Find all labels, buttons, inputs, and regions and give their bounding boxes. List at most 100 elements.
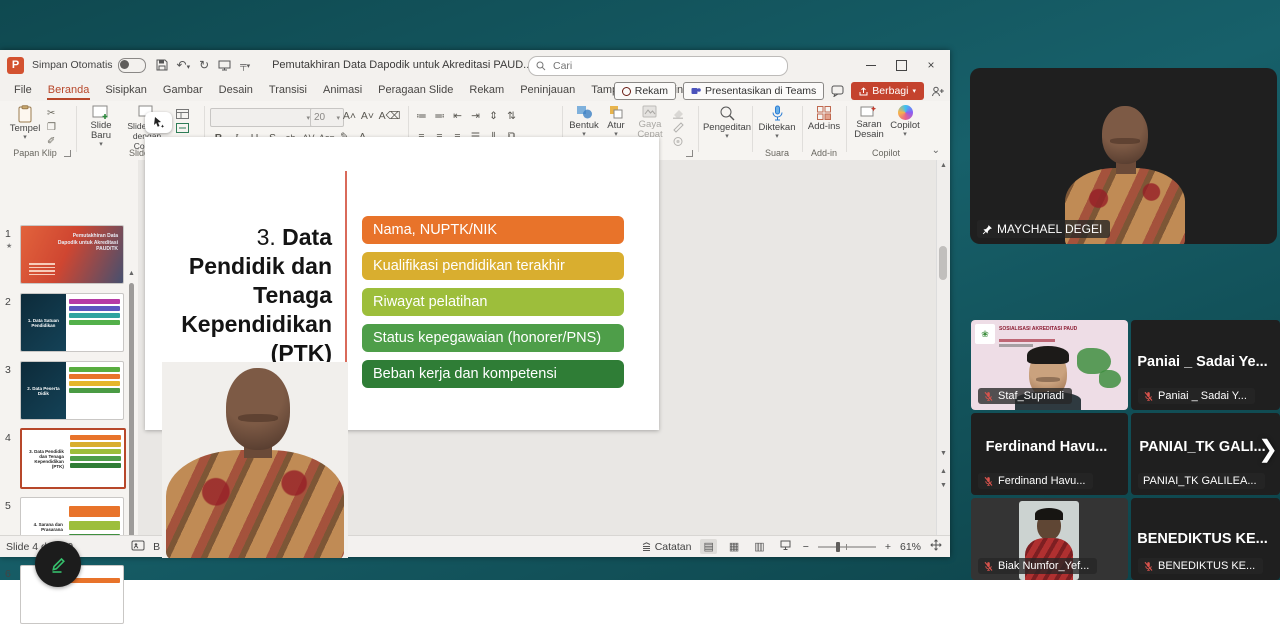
decrease-indent-icon[interactable]: ⇤ — [450, 108, 465, 123]
start-slideshow-icon[interactable] — [218, 60, 231, 71]
share-button[interactable]: Berbagi▾ — [851, 82, 924, 100]
slide-sorter-view-icon[interactable]: ▦ — [726, 539, 742, 554]
next-slide-icon[interactable]: ▼ — [940, 482, 947, 489]
shapes-button[interactable]: Bentuk▾ — [568, 105, 600, 137]
cut-icon[interactable]: ✂ — [47, 107, 63, 120]
participant-tile-ferdinand[interactable]: Ferdinand Havu... Ferdinand Havu... — [971, 413, 1128, 495]
zoom-level[interactable]: 61% — [900, 541, 921, 553]
slide-thumbnail-1[interactable]: Pemutakhiran Data Dapodik untuk Akredita… — [20, 225, 124, 284]
scroll-down-icon[interactable]: ▼ — [940, 450, 947, 457]
increase-font-icon[interactable]: A˄ — [342, 108, 357, 123]
copy-icon[interactable]: ❐ — [47, 121, 63, 134]
font-size-select[interactable]: 20▾ — [310, 108, 344, 127]
clear-format-icon[interactable]: A⌫ — [382, 108, 397, 123]
customize-qat-icon[interactable]: ╤▾ — [240, 60, 250, 70]
line-spacing-icon[interactable]: ⇕ — [486, 108, 501, 123]
shape-effects-icon[interactable] — [672, 135, 688, 148]
text-direction-icon[interactable]: ⇅ — [504, 108, 519, 123]
bullet-list-icon[interactable]: ≔ — [414, 108, 429, 123]
record-button[interactable]: Rekam — [614, 82, 676, 100]
tab-peragaan-slide[interactable]: Peragaan Slide — [370, 81, 461, 100]
annotation-pencil-button[interactable] — [35, 541, 81, 587]
fit-to-window-icon[interactable] — [930, 539, 942, 554]
collapse-ribbon-icon[interactable]: ⌄ — [932, 145, 940, 156]
tab-beranda[interactable]: Beranda — [40, 81, 98, 100]
reset-slide-icon[interactable] — [176, 121, 192, 134]
slideshow-view-icon[interactable] — [777, 539, 794, 554]
search-input[interactable] — [551, 59, 755, 73]
reading-view-icon[interactable]: ▥ — [751, 539, 767, 554]
participant-name-tag: Ferdinand Havu... — [978, 473, 1093, 489]
search-box[interactable] — [528, 56, 788, 76]
shape-outline-icon[interactable] — [672, 121, 688, 134]
maximize-button[interactable] — [886, 50, 916, 80]
tab-peninjauan[interactable]: Peninjauan — [512, 81, 583, 100]
clipboard-dialog-launcher[interactable] — [64, 150, 71, 157]
copilot-button[interactable]: Copilot▾ — [889, 105, 921, 137]
increase-indent-icon[interactable]: ⇥ — [468, 108, 483, 123]
presenter-pointer-button[interactable] — [145, 112, 172, 133]
participant-tile-benediktus[interactable]: BENEDIKTUS KE... BENEDIKTUS KE... — [1131, 498, 1280, 580]
accessibility-check-icon[interactable] — [131, 540, 145, 554]
shape-fill-icon[interactable] — [672, 107, 688, 120]
scrollbar-thumb[interactable] — [939, 246, 947, 280]
tab-gambar[interactable]: Gambar — [155, 81, 211, 100]
thumb-number-1: 1 — [5, 228, 11, 240]
tab-sisipkan[interactable]: Sisipkan — [97, 81, 155, 100]
previous-slide-icon[interactable]: ▲ — [940, 468, 947, 475]
close-button[interactable]: × — [916, 50, 946, 80]
participant-tile-staf-supriadi[interactable]: ❀ SOSIALISASI AKREDITASI PAUD Staf_Supri… — [971, 320, 1128, 410]
scroll-up-icon[interactable]: ▲ — [940, 162, 947, 169]
group-label-voice: Suara — [762, 148, 792, 158]
slide-thumbnail-4-selected[interactable]: 3. Data Pendidik dan Tenaga Kependidikan… — [20, 428, 126, 489]
save-icon[interactable] — [156, 59, 168, 71]
thumbnail-scrollbar[interactable]: ▲ — [129, 275, 135, 640]
autosave-toggle[interactable] — [118, 58, 146, 73]
slide-thumbnail-2[interactable]: 1. Data Satuan Pendidikan — [20, 293, 124, 352]
design-ideas-button[interactable]: Saran Desain — [851, 105, 887, 140]
notes-button[interactable]: Catatan — [641, 541, 692, 553]
copilot-icon — [898, 105, 913, 120]
slide-title: 3. Data Pendidik dan Tenaga Kependidikan… — [160, 223, 332, 368]
drawing-dialog-launcher[interactable] — [686, 150, 693, 157]
new-slide-button[interactable]: Slide Baru▾ — [82, 105, 120, 147]
tab-file[interactable]: File — [6, 81, 40, 100]
thumb3-bars — [69, 367, 120, 393]
vertical-scrollbar[interactable]: ▲ ▼ ▲ ▼ — [936, 160, 950, 535]
add-people-icon[interactable] — [931, 86, 944, 97]
editing-button[interactable]: Pengeditan▾ — [704, 105, 750, 139]
slide-thumbnail-3[interactable]: 2. Data Peserta Didik — [20, 361, 124, 420]
zoom-slider-knob[interactable] — [836, 542, 840, 552]
paste-button[interactable]: Tempel▾ — [6, 105, 44, 140]
participant-tile-maychael[interactable]: MAYCHAEL DEGEI — [970, 68, 1277, 244]
tab-rekam[interactable]: Rekam — [461, 81, 512, 100]
numbered-list-icon[interactable]: ≕ — [432, 108, 447, 123]
zoom-slider[interactable] — [818, 546, 876, 548]
zoom-out-icon[interactable]: − — [803, 541, 809, 553]
redo-icon[interactable]: ↻ — [199, 58, 209, 72]
participant-tile-biak-numfor[interactable]: Biak Numfor_Yef... — [971, 498, 1128, 580]
comments-icon[interactable] — [831, 85, 844, 97]
arrange-button[interactable]: Atur▾ — [602, 105, 630, 137]
status-language-hint[interactable]: B — [153, 541, 160, 553]
tab-animasi[interactable]: Animasi — [315, 81, 370, 100]
layout-icon[interactable] — [176, 107, 192, 120]
more-participants-chevron[interactable]: ❯ — [1258, 438, 1278, 462]
normal-view-icon[interactable]: ▤ — [700, 539, 716, 554]
format-painter-icon[interactable]: ✐ — [47, 135, 63, 148]
dictate-button[interactable]: Diktekan▾ — [757, 105, 797, 139]
ribbon-separator — [846, 106, 847, 152]
autosave-control[interactable]: Simpan Otomatis — [32, 58, 146, 73]
zoom-in-icon[interactable]: + — [885, 541, 891, 553]
scroll-up-icon[interactable]: ▲ — [128, 270, 135, 277]
autosave-label: Simpan Otomatis — [32, 59, 113, 71]
tab-desain[interactable]: Desain — [211, 81, 261, 100]
tab-transisi[interactable]: Transisi — [261, 81, 315, 100]
font-name-select[interactable]: ▾ — [210, 108, 314, 127]
undo-icon[interactable]: ↶▾ — [177, 58, 191, 72]
present-in-teams-button[interactable]: Presentasikan di Teams — [683, 82, 824, 100]
decrease-font-icon[interactable]: A˅ — [360, 108, 375, 123]
minimize-button[interactable] — [856, 50, 886, 80]
addins-button[interactable]: Add-ins — [807, 105, 841, 132]
participant-tile-paniai-sadai[interactable]: Paniai _ Sadai Ye... Paniai _ Sadai Y... — [1131, 320, 1280, 410]
